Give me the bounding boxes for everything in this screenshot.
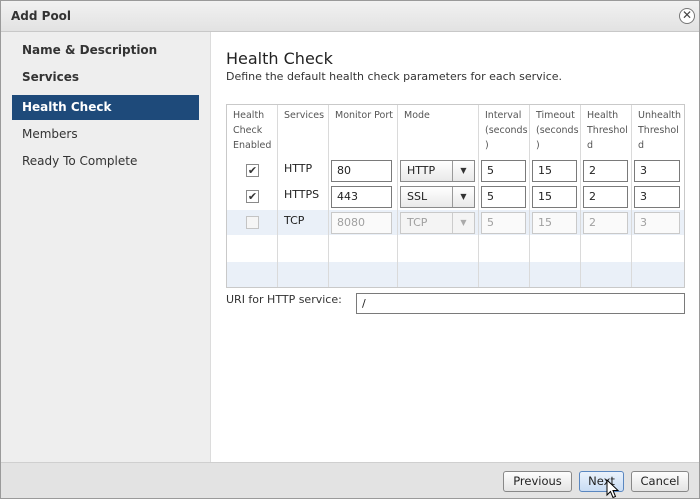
header-services: Services bbox=[284, 110, 325, 121]
step-name-description[interactable]: Name & Description bbox=[12, 38, 199, 63]
cancel-button[interactable]: Cancel bbox=[631, 471, 689, 492]
uri-input[interactable]: / bbox=[356, 293, 685, 314]
health-threshold-input[interactable]: 2 bbox=[583, 186, 628, 208]
header-health-threshold: Health Threshol d bbox=[587, 110, 628, 151]
mode-select: TCP ▼ bbox=[400, 212, 475, 234]
header-mode: Mode bbox=[404, 110, 430, 121]
service-name: HTTPS bbox=[284, 188, 320, 201]
dialog-titlebar: Add Pool ✕ bbox=[1, 1, 699, 32]
health-check-enabled-checkbox[interactable]: ✔ bbox=[246, 164, 259, 177]
health-check-enabled-checkbox[interactable]: ✔ bbox=[246, 190, 259, 203]
dialog-title: Add Pool bbox=[11, 9, 72, 23]
step-services[interactable]: Services bbox=[12, 65, 199, 90]
add-pool-dialog: Add Pool ✕ Name & Description Services H… bbox=[0, 0, 700, 499]
header-unhealth-threshold: Unhealth Threshol d bbox=[638, 110, 682, 151]
close-icon[interactable]: ✕ bbox=[679, 8, 695, 24]
chevron-down-icon: ▼ bbox=[452, 187, 474, 207]
header-monitor-port: Monitor Port bbox=[335, 110, 393, 121]
mode-select[interactable]: HTTP ▼ bbox=[400, 160, 475, 182]
chevron-down-icon: ▼ bbox=[452, 213, 474, 233]
timeout-input[interactable]: 15 bbox=[532, 186, 577, 208]
wizard-steps-sidebar: Name & Description Services Health Check… bbox=[1, 32, 211, 462]
mode-select[interactable]: SSL ▼ bbox=[400, 186, 475, 208]
unhealth-threshold-input[interactable]: 3 bbox=[634, 160, 680, 182]
step-health-check[interactable]: Health Check bbox=[12, 95, 199, 120]
unhealth-threshold-input: 3 bbox=[634, 212, 680, 234]
previous-button[interactable]: Previous bbox=[503, 471, 572, 492]
health-threshold-input[interactable]: 2 bbox=[583, 160, 628, 182]
interval-input[interactable]: 5 bbox=[481, 186, 526, 208]
header-timeout: Timeout (seconds ) bbox=[536, 110, 579, 151]
health-check-enabled-checkbox[interactable] bbox=[246, 216, 259, 229]
step-ready-to-complete: Ready To Complete bbox=[22, 154, 138, 168]
health-threshold-input: 2 bbox=[583, 212, 628, 234]
page-title: Health Check bbox=[226, 49, 333, 68]
step-members: Members bbox=[22, 127, 78, 141]
monitor-port-input[interactable]: 80 bbox=[331, 160, 392, 182]
page-subtitle: Define the default health check paramete… bbox=[226, 70, 563, 83]
mode-select-value: HTTP bbox=[407, 164, 436, 177]
header-interval: Interval (seconds ) bbox=[485, 110, 528, 151]
mouse-pointer-icon bbox=[606, 479, 620, 499]
mode-select-value: SSL bbox=[407, 190, 428, 203]
unhealth-threshold-input[interactable]: 3 bbox=[634, 186, 680, 208]
uri-label: URI for HTTP service: bbox=[226, 293, 342, 306]
service-name: TCP bbox=[284, 214, 305, 227]
interval-input[interactable]: 5 bbox=[481, 160, 526, 182]
chevron-down-icon: ▼ bbox=[452, 161, 474, 181]
service-name: HTTP bbox=[284, 162, 313, 175]
timeout-input[interactable]: 15 bbox=[532, 160, 577, 182]
monitor-port-input: 8080 bbox=[331, 212, 392, 234]
interval-input: 5 bbox=[481, 212, 526, 234]
dialog-footer: Previous Next Cancel bbox=[1, 462, 699, 498]
timeout-input: 15 bbox=[532, 212, 577, 234]
health-check-table: Health Check Enabled Services Monitor Po… bbox=[226, 104, 685, 288]
mode-select-value: TCP bbox=[407, 216, 428, 229]
header-health-check-enabled: Health Check Enabled bbox=[233, 110, 272, 151]
monitor-port-input[interactable]: 443 bbox=[331, 186, 392, 208]
main-panel: Health Check Define the default health c… bbox=[211, 32, 699, 462]
